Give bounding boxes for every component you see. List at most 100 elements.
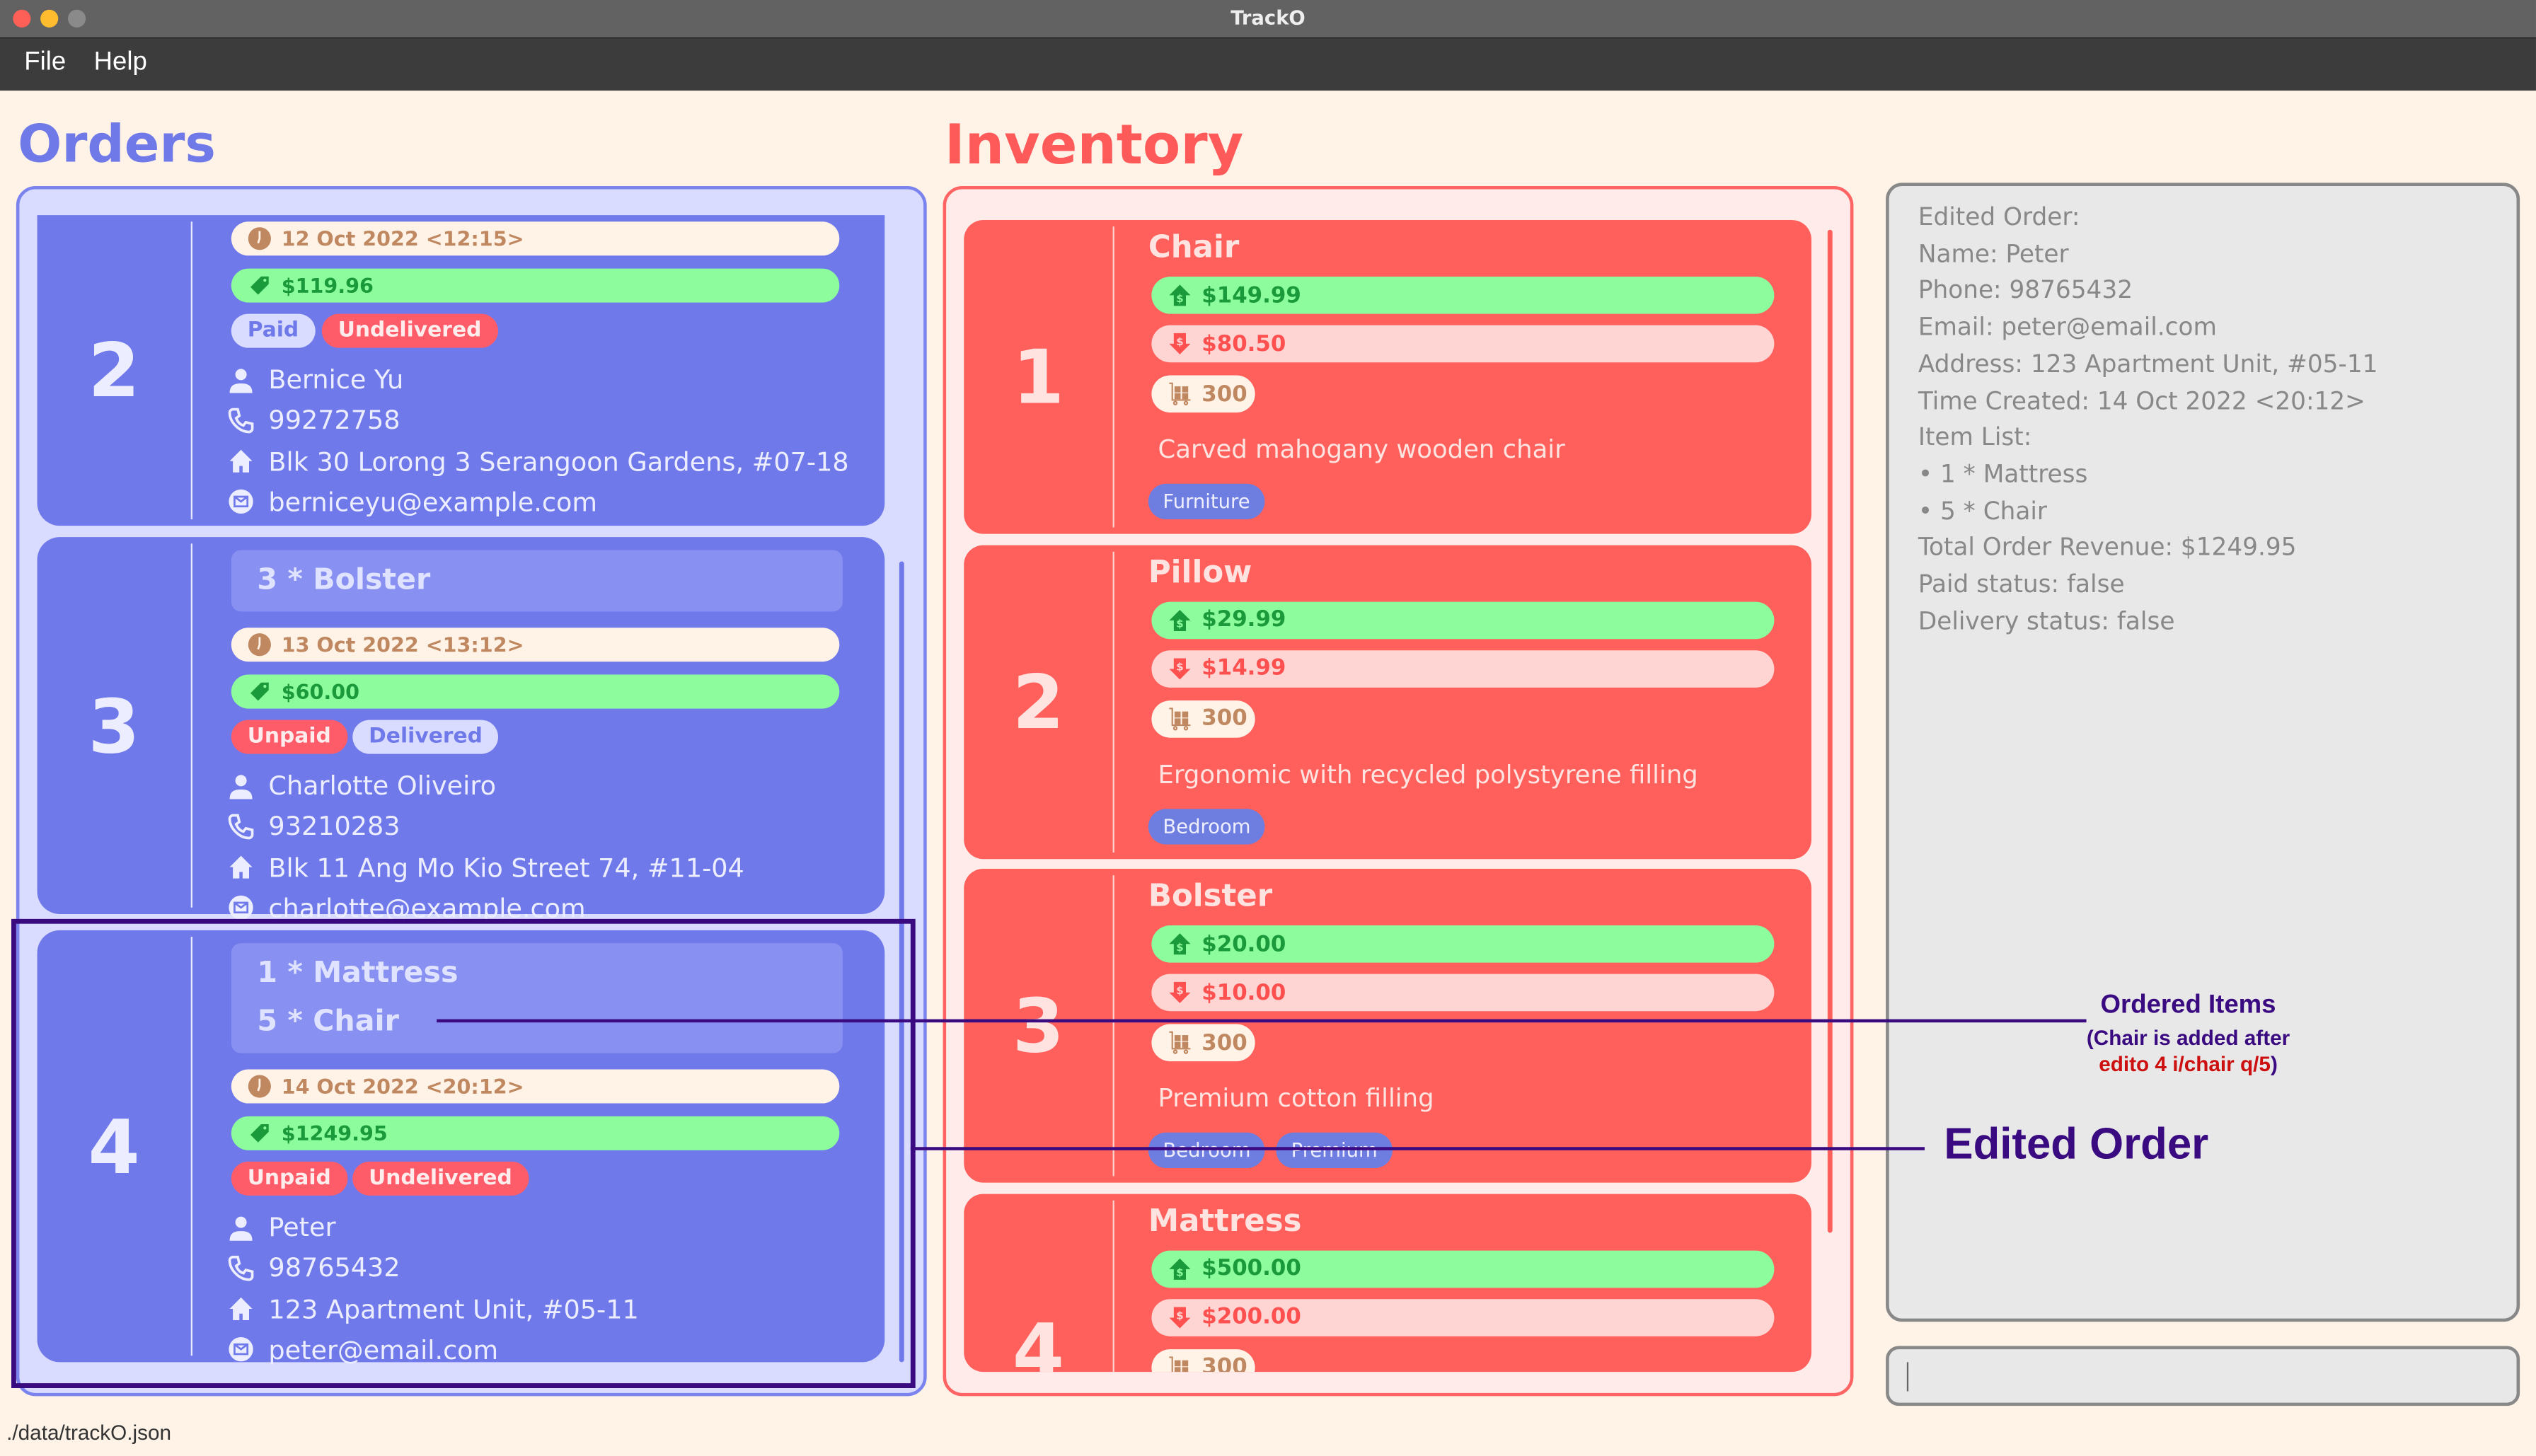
note-suffix: ): [2270, 1051, 2278, 1076]
edited-order-highlight: [11, 918, 916, 1388]
cost-price-pill: $ $10.00: [1151, 973, 1775, 1012]
quantity-pill: 300: [1151, 1024, 1255, 1062]
note-prefix: (Chair is added after: [2086, 1025, 2290, 1051]
phone-icon: [228, 408, 268, 434]
inventory-card[interactable]: 4 Mattress $ $500.00 $ $200.00 300: [964, 1193, 1811, 1371]
item-index: 2: [1012, 657, 1064, 746]
inventory-list-scrollbar[interactable]: [1827, 229, 1833, 1233]
inventory-cart-icon: [1168, 1031, 1192, 1055]
paid-status-badge: Unpaid: [231, 720, 347, 754]
note-command: edito 4 i/chair q/5: [2099, 1051, 2271, 1076]
edited-order-label: Edited Order: [1944, 1119, 2209, 1168]
order-card[interactable]: 2 12 Oct 2022 <12:15> $119.96 Paid Undeliver…: [37, 215, 885, 526]
customer-email-row: berniceyu@example.com: [228, 487, 597, 517]
edited-order-pointer-line: [910, 1147, 1925, 1150]
menu-file[interactable]: File: [24, 49, 66, 78]
sell-price-pill: $ $500.00: [1151, 1249, 1775, 1288]
order-total: $119.96: [281, 273, 374, 298]
address-icon: [228, 855, 268, 881]
customer-name-row: Charlotte Oliveiro: [228, 770, 496, 801]
quantity: 300: [1201, 381, 1247, 408]
sell-price-icon: $: [1168, 932, 1192, 956]
orders-title: Orders: [18, 113, 216, 175]
item-name: Chair: [1148, 229, 1240, 266]
item-description: Premium cotton filling: [1158, 1084, 1434, 1114]
inventory-card[interactable]: 1 Chair $ $149.99 $ $80.50 300 Carved mahogany …: [964, 219, 1811, 534]
inventory-cart-icon: [1168, 382, 1192, 406]
result-line: Delivery status: false: [1918, 606, 2175, 635]
item-card-divider: [1112, 875, 1114, 1177]
ordered-items-note: (Chair is added after edito 4 i/chair q/…: [2038, 1026, 2339, 1077]
customer-email: berniceyu@example.com: [268, 487, 598, 518]
address-icon: [228, 449, 268, 475]
inventory-card[interactable]: 2 Pillow $ $29.99 $ $14.99 300 Ergonomic with r…: [964, 544, 1811, 859]
text-caret: [1906, 1362, 1909, 1392]
cost-price-icon: $: [1168, 981, 1192, 1005]
customer-phone-row: 93210283: [228, 811, 400, 842]
item-card-divider: [1112, 1199, 1114, 1371]
item-tag: Premium: [1276, 1132, 1393, 1168]
order-total: $60.00: [281, 679, 359, 704]
inventory-title: Inventory: [944, 113, 1244, 178]
svg-text:$: $: [1176, 660, 1183, 673]
svg-text:$: $: [1176, 1265, 1183, 1278]
quantity-pill: 300: [1151, 699, 1255, 737]
paid-status-badge: Paid: [231, 313, 316, 348]
item-index: 4: [1012, 1306, 1064, 1371]
title-bar: TrackO: [0, 0, 2536, 39]
sell-price-pill: $ $20.00: [1151, 925, 1775, 963]
svg-text:$: $: [1176, 941, 1183, 954]
cost-price: $10.00: [1201, 979, 1286, 1006]
inventory-cart-icon: [1168, 1355, 1192, 1371]
order-total-pill: $60.00: [231, 674, 840, 709]
cost-price-icon: $: [1168, 332, 1192, 356]
delivery-status-badge: Delivered: [352, 720, 499, 754]
cost-price-pill: $ $200.00: [1151, 1298, 1775, 1336]
cost-price-pill: $ $80.50: [1151, 325, 1775, 363]
result-line: Paid status: false: [1918, 569, 2125, 599]
cost-price-icon: $: [1168, 1305, 1192, 1329]
ordered-items-pointer-line: [437, 1019, 2087, 1023]
menu-bar: File Help: [0, 38, 2536, 91]
result-line: • 5 * Chair: [1918, 496, 2048, 526]
customer-name: Charlotte Oliveiro: [268, 770, 496, 801]
cost-price: $200.00: [1201, 1304, 1301, 1330]
result-line: Email: peter@email.com: [1918, 312, 2217, 342]
clock-icon: [248, 632, 272, 657]
order-card-divider: [190, 221, 192, 520]
result-line: Phone: 98765432: [1918, 275, 2133, 305]
command-input[interactable]: [1886, 1346, 2520, 1406]
item-tags: Furniture: [1148, 483, 1276, 520]
app-window: TrackO File Help Orders Inventory 2 12 Oc…: [0, 0, 2536, 1456]
item-tag: Bedroom: [1148, 1132, 1266, 1168]
price-tag-icon: [248, 679, 272, 703]
result-line: Item List:: [1918, 422, 2032, 452]
svg-text:$: $: [1176, 335, 1183, 348]
sell-price-icon: $: [1168, 1256, 1192, 1281]
result-line: Name: Peter: [1918, 238, 2069, 268]
order-index: 2: [88, 326, 140, 415]
menu-help[interactable]: Help: [94, 49, 147, 78]
result-line: Address: 123 Apartment Unit, #05-11: [1918, 349, 2378, 379]
quantity: 300: [1201, 705, 1247, 732]
customer-name-row: Bernice Yu: [228, 364, 403, 395]
sell-price: $500.00: [1201, 1255, 1301, 1282]
status-bar-path: ./data/trackO.json: [6, 1420, 172, 1445]
item-tags: Bedroom Premium: [1148, 1132, 1403, 1168]
inventory-card[interactable]: 3 Bolster $ $20.00 $ $10.00 300 Premium cotton …: [964, 868, 1811, 1183]
customer-address-row: Blk 30 Lorong 3 Serangoon Gardens, #07-1…: [228, 446, 849, 477]
customer-address: Blk 11 Ang Mo Kio Street 74, #11-04: [268, 852, 744, 883]
item-tag: Bedroom: [1148, 808, 1266, 844]
svg-text:$: $: [1176, 984, 1183, 997]
item-description: Carved mahogany wooden chair: [1158, 435, 1565, 465]
item-tags: Bedroom: [1148, 808, 1276, 844]
email-icon: [228, 489, 268, 515]
customer-address: Blk 30 Lorong 3 Serangoon Gardens, #07-1…: [268, 446, 849, 477]
svg-text:$: $: [1176, 292, 1183, 305]
sell-price-icon: $: [1168, 283, 1192, 307]
order-card[interactable]: 3 3 * Bolster 13 Oct 2022 <13:12> $60.00 Unp…: [37, 537, 885, 923]
phone-icon: [228, 814, 268, 840]
inventory-cart-icon: [1168, 706, 1192, 730]
inventory-list[interactable]: 1 Chair $ $149.99 $ $80.50 300 Carved mahogany …: [943, 185, 1854, 1397]
customer-name: Bernice Yu: [268, 364, 404, 395]
